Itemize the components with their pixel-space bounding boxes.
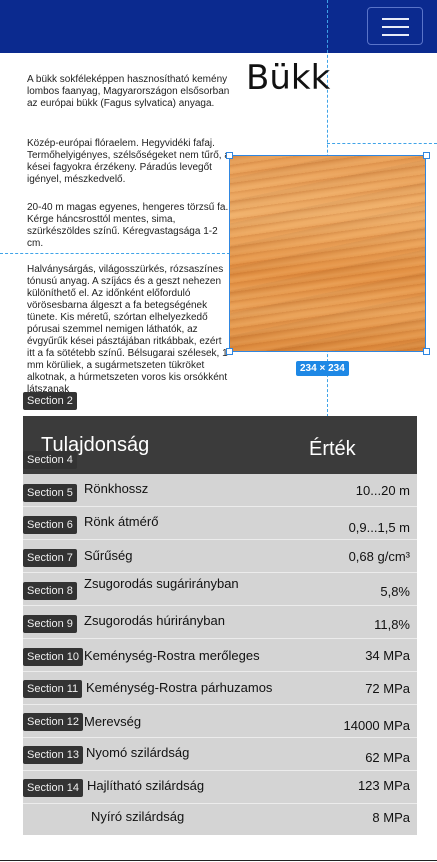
row-value: 0,9...1,5 m (348, 520, 410, 535)
section-label: Section 14 (23, 779, 83, 797)
row-value: 10...20 m (355, 483, 410, 498)
section-label: Section 4 (23, 451, 77, 469)
page-title: Bükk (246, 58, 331, 98)
wood-texture-image[interactable] (229, 155, 426, 352)
row-value: 8 MPa (372, 810, 410, 825)
table-row: Nyíró szilárdság 8 MPa (23, 804, 417, 835)
section-label: Section 11 (23, 680, 83, 698)
section-label: Section 10 (23, 648, 83, 666)
row-value: 11,8% (374, 617, 410, 632)
habitat-paragraph: Közép-európai flóraelem. Hegyvidéki fafa… (27, 138, 230, 185)
section-label: Section 2 (23, 392, 77, 410)
resize-handle[interactable] (226, 348, 233, 355)
section-label: Section 6 (23, 516, 77, 534)
intro-paragraph: A bükk sokféleképpen hasznosítható kemén… (27, 74, 230, 109)
header-value: Érték (309, 438, 356, 460)
row-value: 123 MPa (357, 778, 410, 793)
hamburger-line (382, 34, 409, 36)
section-label: Section 5 (23, 484, 77, 502)
layout-guide-horizontal (0, 253, 230, 254)
row-name: Hajlítható szilárdság (87, 778, 205, 793)
row-value: 14000 MPa (343, 718, 411, 733)
table-row: Zsugorodás húrirányban 11,8% (23, 606, 417, 639)
row-name: Rönk átmérő (84, 514, 159, 529)
description-paragraph: 20-40 m magas egyenes, hengeres törzsű f… (27, 202, 229, 249)
hamburger-menu-icon (382, 18, 409, 20)
table-row: Sűrűség 0,68 g/cm³ (23, 540, 417, 573)
table-row: Rönkhossz 10...20 m (23, 474, 417, 507)
section-label: Section 9 (23, 615, 77, 633)
row-name: Sűrűség (84, 548, 133, 563)
row-name: Zsugorodás húrirányban (84, 613, 225, 628)
table-row: Keménység-Rostra párhuzamos 72 MPa (23, 672, 417, 705)
row-name: Nyíró szilárdság (91, 809, 185, 824)
hamburger-line (382, 26, 409, 28)
image-size-badge: 234 × 234 (296, 361, 349, 376)
hamburger-menu-button[interactable] (367, 7, 423, 45)
beech-wood-picture (230, 156, 425, 351)
row-name: Keménység-Rostra merőleges (84, 648, 260, 663)
wood-paragraph: Halványsárgás, világosszürkés, rózsaszín… (27, 264, 228, 395)
table-row: Zsugorodás sugárirányban 5,8% (23, 573, 417, 606)
bottom-divider (0, 860, 437, 861)
section-label: Section 8 (23, 582, 77, 600)
row-value: 62 MPa (365, 750, 410, 765)
top-navbar (0, 0, 437, 53)
resize-handle[interactable] (226, 152, 233, 159)
section-label: Section 12 (23, 713, 83, 731)
layout-guide-horizontal (327, 143, 437, 144)
section-label: Section 13 (23, 746, 83, 764)
row-value: 5,8% (380, 584, 410, 599)
row-name: Rönkhossz (84, 481, 149, 496)
table-row: Rönk átmérő 0,9...1,5 m (23, 507, 417, 540)
row-name: Keménység-Rostra párhuzamos (86, 680, 273, 695)
table-header: Tulajdonság Érték (23, 416, 417, 474)
row-name: Merevség (84, 714, 142, 729)
row-value: 34 MPa (365, 648, 410, 663)
resize-handle[interactable] (423, 348, 430, 355)
row-name: Nyomó szilárdság (86, 745, 190, 760)
resize-handle[interactable] (423, 152, 430, 159)
row-value: 72 MPa (365, 681, 410, 696)
row-name: Zsugorodás sugárirányban (84, 576, 239, 591)
row-value: 0,68 g/cm³ (348, 549, 410, 564)
section-label: Section 7 (23, 549, 77, 567)
